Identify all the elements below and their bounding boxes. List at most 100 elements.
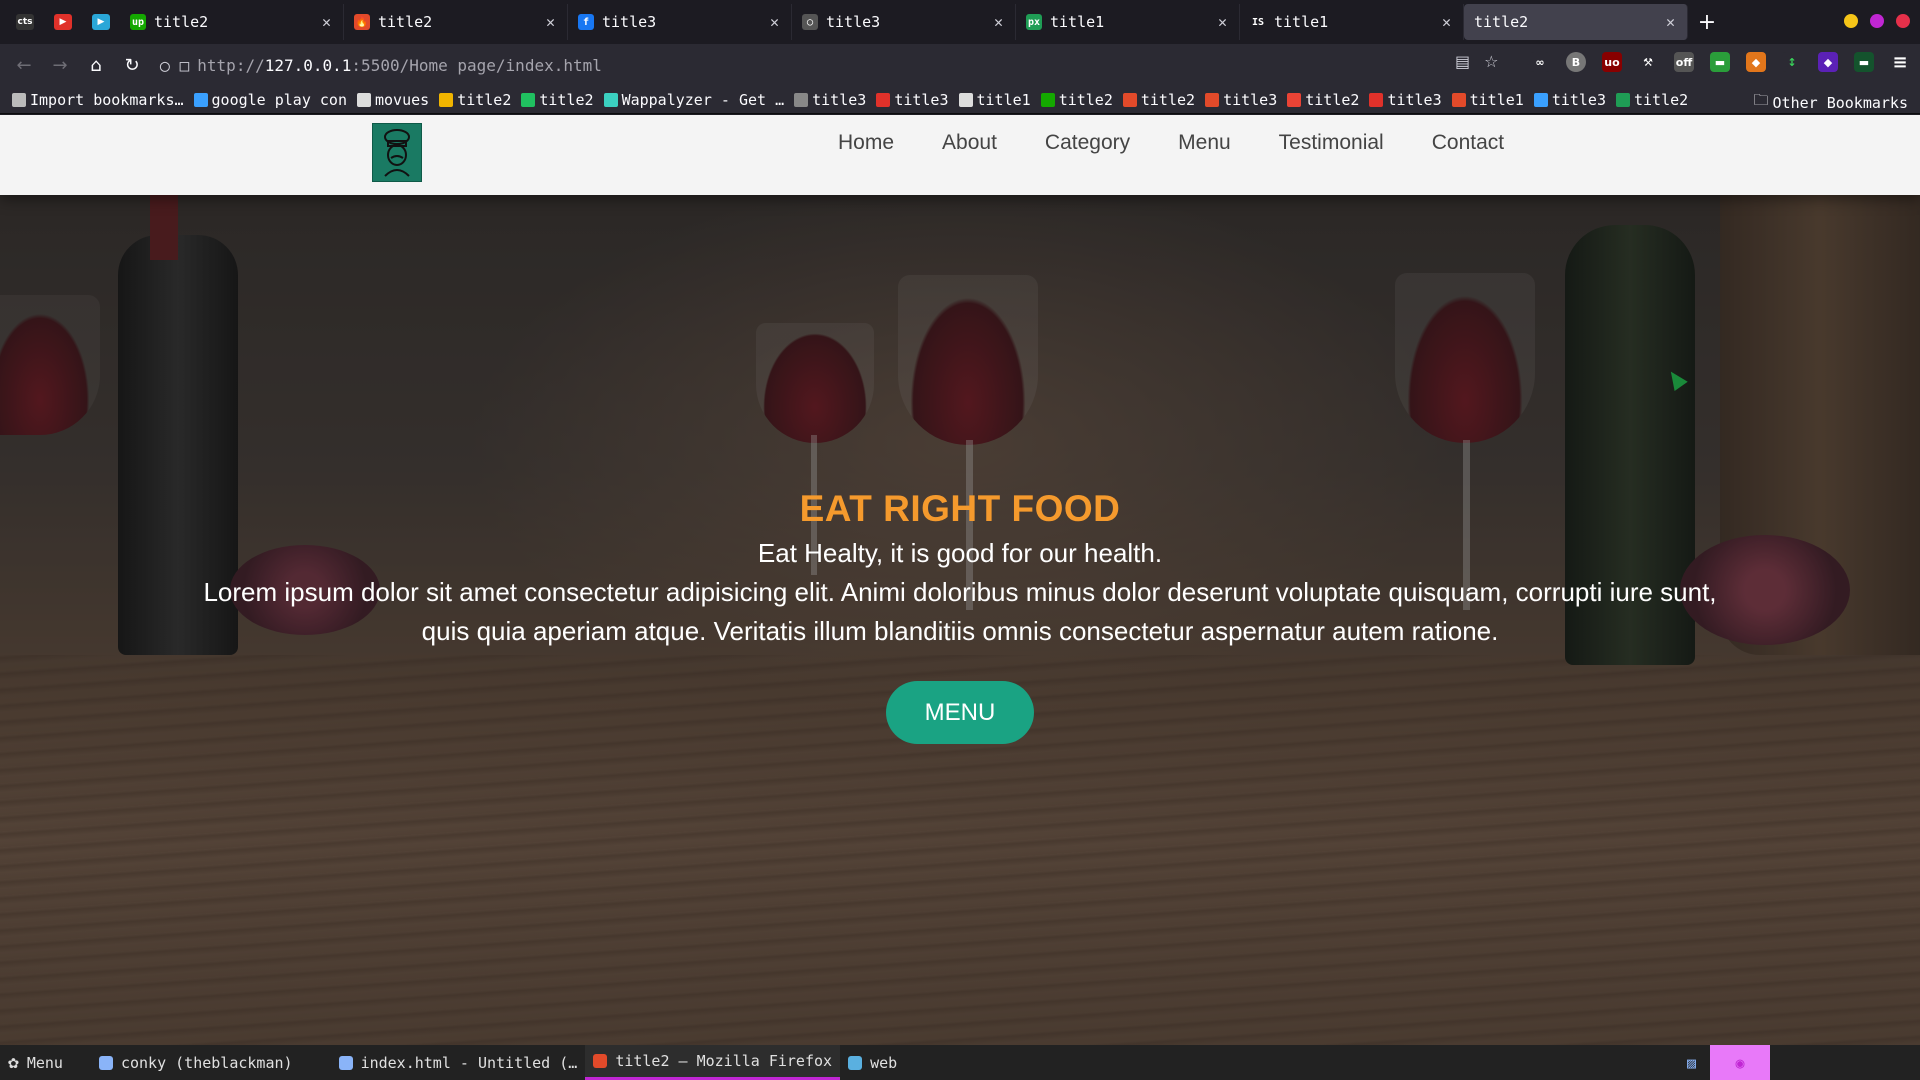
bookmarks-bar: Import bookmarks… google play con movues ti…	[0, 86, 1920, 114]
nav-contact[interactable]: Contact	[1432, 131, 1504, 155]
bookmark-item[interactable]: title1	[1451, 91, 1524, 109]
upwork-icon: up	[130, 14, 146, 30]
bookmark-star-icon[interactable]: ☆	[1484, 52, 1498, 71]
browser-tab[interactable]: title2 ✕	[1464, 4, 1688, 40]
back-icon[interactable]: ←	[6, 49, 42, 81]
home-icon[interactable]: ⌂	[78, 49, 114, 81]
pinned-tab[interactable]: cts	[6, 5, 44, 39]
close-tab-icon[interactable]: ✕	[1218, 13, 1227, 31]
bookmark-item[interactable]: title2	[1040, 91, 1113, 109]
tab-title: title3	[602, 13, 657, 31]
bookmark-item[interactable]: title3	[1533, 90, 1606, 109]
taskbar-item[interactable]: index.html - Untitled (…	[331, 1045, 586, 1080]
nav-home[interactable]: Home	[838, 131, 894, 155]
bookmark-favicon-icon	[958, 92, 973, 107]
bookmark-item[interactable]: title2	[1287, 91, 1359, 109]
bookmark-item[interactable]: title2	[1616, 91, 1688, 109]
window-control-dot[interactable]	[1870, 14, 1884, 28]
bookmark-label: title3	[1551, 90, 1606, 109]
cts-pinned-icon: cts	[16, 14, 34, 30]
chef-logo[interactable]	[372, 123, 422, 182]
bookmark-item[interactable]: title2	[1122, 90, 1196, 109]
hamburger-menu-icon[interactable]: ≡	[1890, 52, 1910, 73]
browser-tab[interactable]: IS title1 ✕	[1240, 4, 1464, 40]
pinned-tab[interactable]: ▶	[82, 5, 120, 39]
other-bookmarks-label: Other Bookmarks	[1772, 93, 1908, 112]
bookmark-label: Wappalyzer - Get …	[621, 90, 785, 109]
window-control-dot[interactable]	[1844, 14, 1858, 28]
app-icon	[593, 1054, 608, 1068]
bookmark-item[interactable]: Import bookmarks…	[12, 91, 184, 109]
bookmark-favicon-icon	[1616, 92, 1630, 107]
browser-tab[interactable]: px title1 ✕	[1016, 4, 1240, 40]
bookmark-item[interactable]: title3	[1369, 91, 1442, 109]
other-bookmarks[interactable]: 🗀 Other Bookmarks	[1754, 90, 1908, 113]
taskbar-item[interactable]: conky (theblackman)	[91, 1045, 301, 1080]
browser-tab[interactable]: f title3 ✕	[568, 4, 792, 40]
browser-tab[interactable]: 🔥 title2 ✕	[344, 4, 568, 40]
hero-subtitle: Eat Healty, it is good for our health.	[757, 538, 1163, 568]
ublock-icon[interactable]: uo	[1602, 52, 1622, 72]
bookmark-item[interactable]: title1	[958, 91, 1031, 109]
reader-view-icon[interactable]: ▤	[1455, 52, 1470, 71]
window-control-dot[interactable]	[1896, 14, 1910, 28]
url-scheme: http://	[197, 55, 265, 75]
bookmark-item[interactable]: google play con	[193, 91, 347, 109]
close-tab-icon[interactable]: ✕	[770, 13, 779, 31]
bookmark-item[interactable]: movues	[357, 91, 429, 109]
close-tab-icon[interactable]: ✕	[322, 13, 331, 31]
bookmark-favicon-icon	[439, 92, 454, 107]
hero-title: EAT RIGHT FOOD	[799, 488, 1121, 529]
tray-indicator[interactable]: ◉	[1710, 1045, 1770, 1080]
youtube-pinned-icon: ▶	[54, 14, 72, 30]
bookmark-item[interactable]: Wappalyzer - Get …	[603, 90, 785, 109]
task-list: conky (theblackman) index.html - Untitled…	[91, 1045, 905, 1080]
close-tab-icon[interactable]: ✕	[1666, 13, 1675, 31]
close-tab-icon[interactable]: ✕	[546, 13, 555, 31]
bookmark-favicon-icon	[1287, 92, 1302, 107]
bookmark-label: title2	[1140, 90, 1196, 109]
b-extension-icon[interactable]: B	[1566, 52, 1586, 72]
pinned-tabs: cts ▶ ▶	[0, 5, 120, 39]
shield-icon[interactable]: ◯	[160, 56, 170, 75]
forward-icon[interactable]: →	[42, 49, 78, 81]
tab-title: title3	[826, 13, 881, 31]
browser-tab[interactable]: up title2 ✕	[120, 4, 344, 40]
start-menu[interactable]: ✿ Menu	[0, 1045, 71, 1080]
new-tab-button[interactable]: +	[1688, 4, 1726, 40]
bookmark-item[interactable]: title3	[876, 91, 949, 109]
bookmark-label: Import bookmarks…	[30, 90, 184, 109]
arrow-extension-icon[interactable]: ↕	[1782, 52, 1802, 72]
dark-green-extension-icon[interactable]: ▬	[1854, 52, 1874, 72]
purple-extension-icon[interactable]: ◆	[1818, 52, 1838, 72]
reload-icon[interactable]: ↻	[114, 49, 150, 81]
close-tab-icon[interactable]: ✕	[1442, 13, 1451, 31]
wrench-icon[interactable]: ⚒	[1638, 52, 1658, 72]
network-icon[interactable]: ▨	[1687, 1054, 1696, 1072]
bookmark-item[interactable]: title2	[521, 91, 594, 109]
nav-menu[interactable]: Menu	[1178, 131, 1231, 155]
nav-category[interactable]: Category	[1045, 131, 1130, 155]
taskbar-item[interactable]: title2 — Mozilla Firefox	[585, 1045, 841, 1080]
taskbar-item[interactable]: web	[840, 1045, 905, 1080]
nav-testimonial[interactable]: Testimonial	[1279, 131, 1384, 155]
metamask-icon[interactable]: ◆	[1746, 52, 1766, 72]
url-actions: ▤ ☆	[1455, 52, 1498, 71]
pinned-tab[interactable]: ▶	[44, 5, 82, 39]
nav-about[interactable]: About	[942, 131, 997, 155]
start-menu-label: Menu	[26, 1053, 63, 1072]
infinity-icon[interactable]: ∞	[1530, 52, 1550, 72]
bookmark-item[interactable]: title3	[1205, 91, 1277, 109]
bookmark-item[interactable]: title2	[439, 91, 511, 109]
browser-tab[interactable]: ◯ title3 ✕	[792, 4, 1016, 40]
url-path: :5500/Home page/index.html	[351, 55, 602, 75]
close-tab-icon[interactable]: ✕	[994, 13, 1003, 31]
page-icon[interactable]: □	[180, 56, 190, 75]
green-extension-icon[interactable]: ▬	[1710, 52, 1730, 72]
off-extension-icon[interactable]: off	[1674, 52, 1694, 72]
menu-button[interactable]: MENU	[886, 681, 1034, 744]
window-controls	[1844, 14, 1910, 28]
url-bar[interactable]: ◯ □ http://127.0.0.1:5500/Home page/inde…	[160, 50, 1500, 80]
chef-icon	[384, 128, 410, 177]
bookmark-item[interactable]: title3	[794, 91, 866, 109]
